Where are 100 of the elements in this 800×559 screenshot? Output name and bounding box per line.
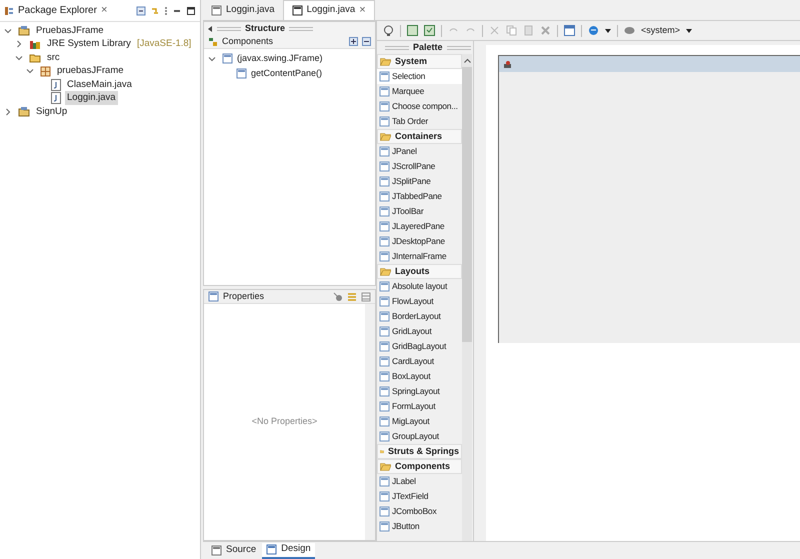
palette-item[interactable]: JInternalFrame xyxy=(377,249,462,264)
palette-item[interactable]: GroupLayout xyxy=(377,429,462,444)
palette-item[interactable]: JTextField xyxy=(377,489,462,504)
palette-item[interactable]: BorderLayout xyxy=(377,309,462,324)
collapse-all-icon[interactable] xyxy=(362,37,371,46)
panel-title[interactable]: Package Explorer xyxy=(18,3,97,18)
widget-icon xyxy=(379,431,390,442)
project-icon xyxy=(18,106,30,118)
tree-item[interactable]: src xyxy=(45,50,62,65)
tree-item[interactable]: ClaseMain.java xyxy=(65,78,134,92)
section-title: Components xyxy=(222,34,274,48)
expand-chevron-icon[interactable] xyxy=(15,40,23,48)
palette-item[interactable]: GridLayout xyxy=(377,324,462,339)
folder-icon xyxy=(29,52,41,64)
palette-category[interactable]: System xyxy=(377,54,462,69)
widget-icon xyxy=(379,311,390,322)
view-menu-icon[interactable] xyxy=(164,6,168,16)
palette-category[interactable]: Containers xyxy=(377,129,462,144)
palette-category[interactable]: Struts & Springs xyxy=(377,444,462,459)
open-folder-icon xyxy=(380,267,391,276)
palette-item[interactable]: JDesktopPane xyxy=(377,234,462,249)
tree-item[interactable]: Loggin.java xyxy=(65,91,118,106)
palette-item[interactable]: Marquee xyxy=(377,84,462,99)
collapse-chevron-icon[interactable] xyxy=(4,26,12,35)
widget-icon xyxy=(379,476,390,487)
editor-tab[interactable]: Loggin.java xyxy=(203,0,283,20)
widget-icon xyxy=(379,506,390,517)
component-tree-item[interactable]: getContentPane() xyxy=(251,66,322,80)
collapse-chevron-icon[interactable] xyxy=(15,54,23,62)
palette-item[interactable]: Absolute layout xyxy=(377,279,462,294)
close-button[interactable]: × xyxy=(100,5,108,16)
palette-category[interactable]: Components xyxy=(377,459,462,474)
maximize-icon[interactable] xyxy=(186,6,196,16)
palette-item[interactable]: SpringLayout xyxy=(377,384,462,399)
globe-icon[interactable] xyxy=(588,25,599,36)
scrollbar[interactable] xyxy=(365,304,375,540)
tree-item[interactable]: PruebasJFrame xyxy=(34,24,106,38)
component-tree-item[interactable]: (javax.swing.JFrame) xyxy=(237,52,323,66)
look-and-feel-dropdown[interactable]: <system> xyxy=(624,24,692,38)
widget-icon xyxy=(379,176,390,187)
java-cup-icon xyxy=(503,60,513,68)
palette-item[interactable]: CardLayout xyxy=(377,354,462,369)
project-icon xyxy=(18,25,30,36)
palette-item[interactable]: JLayeredPane xyxy=(377,219,462,234)
palette-item[interactable]: JButton xyxy=(377,519,462,534)
editor-tab[interactable]: Loggin.java × xyxy=(282,0,375,20)
palette-item[interactable]: GridBagLayout xyxy=(377,339,462,354)
widget-icon xyxy=(379,401,390,412)
scrollbar[interactable] xyxy=(462,54,472,541)
editor-mode-tab[interactable]: Design xyxy=(262,542,315,558)
widget-icon xyxy=(379,86,390,97)
widget-icon xyxy=(379,161,390,172)
scroll-up-icon[interactable] xyxy=(464,58,470,63)
palette-item[interactable]: FlowLayout xyxy=(377,294,462,309)
palette-item[interactable]: JToolBar xyxy=(377,204,462,219)
editor-mode-tab[interactable]: Source xyxy=(207,542,260,558)
preview-icon[interactable] xyxy=(564,25,575,36)
table-icon[interactable] xyxy=(361,292,371,302)
package-icon xyxy=(40,66,51,77)
collapse-chevron-icon[interactable] xyxy=(26,67,34,76)
frame-icon xyxy=(222,53,233,64)
java-file-icon xyxy=(211,4,222,16)
panel-title: Properties xyxy=(223,290,264,303)
palette-item[interactable]: Selection xyxy=(377,69,462,84)
panel-title: Palette xyxy=(413,41,443,54)
palette-item[interactable]: Choose compon... xyxy=(377,99,462,114)
palette-item[interactable]: JComboBox xyxy=(377,504,462,519)
palette-category[interactable]: Layouts xyxy=(377,264,462,279)
open-folder-icon xyxy=(380,57,391,66)
widget-icon xyxy=(379,386,390,397)
expand-chevron-icon[interactable] xyxy=(4,108,12,116)
palette-item[interactable]: JTabbedPane xyxy=(377,189,462,204)
palette-item[interactable]: JLabel xyxy=(377,474,462,489)
tree-item[interactable]: JRE System Library xyxy=(45,37,133,52)
widget-icon xyxy=(379,71,390,82)
collapse-all-icon[interactable] xyxy=(136,6,146,16)
close-tab-icon[interactable]: × xyxy=(359,5,366,16)
form-file-icon xyxy=(292,5,303,16)
toolbar-window-icon[interactable] xyxy=(407,25,418,36)
palette-item[interactable]: BoxLayout xyxy=(377,369,462,384)
toolbar-window-icon[interactable] xyxy=(424,25,435,36)
tree-item[interactable]: SignUp xyxy=(34,104,70,119)
events-icon[interactable] xyxy=(333,292,343,302)
expand-all-icon[interactable] xyxy=(349,37,358,46)
widget-icon xyxy=(379,116,390,127)
palette-item[interactable]: MigLayout xyxy=(377,414,462,429)
tree-item[interactable]: pruebasJFrame xyxy=(55,64,126,78)
palette-item[interactable]: JSplitPane xyxy=(377,174,462,189)
widget-icon xyxy=(379,191,390,202)
components-icon xyxy=(208,36,218,46)
dropdown-caret-icon[interactable] xyxy=(605,28,611,32)
palette-item[interactable]: JPanel xyxy=(377,144,462,159)
collapse-chevron-icon[interactable] xyxy=(208,54,216,62)
palette-item[interactable]: JScrollPane xyxy=(377,159,462,174)
widget-icon xyxy=(379,521,390,532)
palette-item[interactable]: FormLayout xyxy=(377,399,462,414)
palette-item[interactable]: Tab Order xyxy=(377,114,462,129)
collapse-arrow-icon[interactable] xyxy=(208,26,213,32)
widget-icon xyxy=(379,296,390,307)
widget-icon xyxy=(379,491,390,502)
